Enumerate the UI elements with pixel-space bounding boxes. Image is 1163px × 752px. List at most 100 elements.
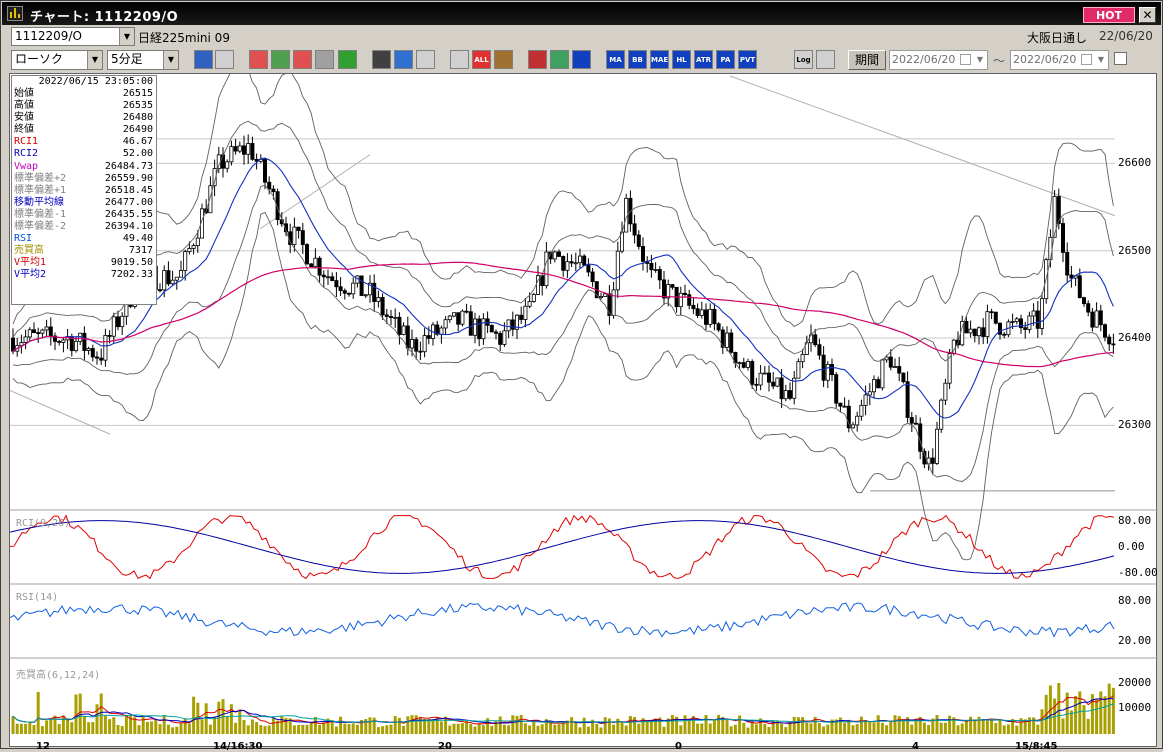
candle (565, 261, 570, 271)
volume-bar (263, 726, 267, 734)
close-button[interactable]: ✕ (1139, 7, 1156, 23)
volume-bar (704, 715, 708, 734)
grid-icon[interactable] (572, 50, 591, 69)
volume-bar (166, 724, 170, 734)
chart-type-select[interactable]: ローソク ▼ (11, 50, 103, 70)
date-to-field[interactable]: 2022/06/20 ▼ (1010, 50, 1109, 70)
candle (338, 286, 343, 292)
candle (741, 362, 746, 368)
title-bar[interactable]: チャート: 1112209/O HOT ✕ (2, 2, 1161, 25)
candle (552, 251, 557, 260)
log-icon[interactable]: Log (794, 50, 813, 69)
volume-bar (460, 723, 464, 734)
toolbar: ローソク ▼ 5分足 ▼ ALLMABBMAEHLATRPA RAPVTLog … (2, 48, 1161, 83)
candle (863, 394, 868, 406)
volume-bar (242, 719, 246, 734)
candle (972, 328, 977, 337)
volume-bar (998, 719, 1002, 734)
volume-bar (1036, 724, 1040, 734)
y-tick-label: 80.00 (1118, 594, 1152, 608)
gear-icon[interactable] (494, 50, 513, 69)
volume-bar (351, 723, 355, 734)
volume-bar (175, 726, 179, 734)
candle (95, 356, 100, 359)
info-value: 26559.90 (104, 172, 153, 184)
chart-canvas[interactable] (10, 74, 1158, 748)
hot-button[interactable]: HOT (1083, 7, 1135, 23)
candle (342, 290, 347, 294)
volume-bar (120, 726, 124, 734)
volume-bar (78, 693, 82, 734)
volume-bar (1015, 725, 1019, 734)
export-icon[interactable] (816, 50, 835, 69)
volume-bar (1099, 691, 1103, 734)
period-checkbox[interactable] (1114, 52, 1127, 65)
ma-icon[interactable]: MA (606, 50, 625, 69)
volume-bar (477, 723, 481, 734)
chevron-down-icon[interactable]: ▼ (163, 51, 178, 69)
rsi-line (10, 602, 1115, 638)
palette-icon[interactable] (550, 50, 569, 69)
mae-icon[interactable]: MAE (650, 50, 669, 69)
volume-bar (1107, 683, 1111, 734)
candle (989, 311, 994, 314)
info-label: 標準偏差+1 (14, 184, 67, 196)
chevron-down-icon[interactable]: ▼ (1094, 51, 1108, 69)
bars-icon[interactable] (271, 50, 290, 69)
chart-area[interactable]: 2022/06/15 23:05:00 始値 26515 高値 26535 安値 2648… (9, 73, 1158, 752)
volume-bar (893, 715, 897, 734)
arrow-tool-icon[interactable] (372, 50, 391, 69)
candle (834, 374, 839, 404)
candle (384, 314, 389, 317)
candle (653, 269, 658, 271)
chevron-down-icon[interactable]: ▼ (87, 51, 102, 69)
volume-bar (150, 721, 154, 734)
brush-icon[interactable] (528, 50, 547, 69)
pen-icon[interactable] (394, 50, 413, 69)
candle-split-icon[interactable] (450, 50, 469, 69)
volume-bar (255, 722, 259, 734)
volume-bar (103, 715, 107, 734)
candle (582, 255, 587, 266)
line-tool-icon[interactable] (338, 50, 357, 69)
ohlc-icon[interactable] (293, 50, 312, 69)
all-icon[interactable]: ALL (472, 50, 491, 69)
bb-icon[interactable]: BB (628, 50, 647, 69)
volume-bar (267, 725, 271, 734)
info-value: 7317 (128, 245, 153, 257)
y-tick-label: 10000 (1118, 701, 1152, 715)
candle (800, 354, 805, 363)
candle (1048, 236, 1053, 261)
candle (666, 284, 671, 299)
volume-bar (620, 721, 624, 734)
period-button[interactable]: 期間 (848, 50, 886, 70)
candle-view-icon[interactable] (416, 50, 435, 69)
candle (683, 292, 688, 296)
pvt-icon[interactable]: PVT (738, 50, 757, 69)
candle (472, 318, 477, 336)
volume-bar (381, 726, 385, 734)
code-select[interactable]: 1112209/O ▼ (11, 27, 135, 46)
cursor-icon[interactable] (215, 50, 234, 69)
atr-icon[interactable]: ATR (694, 50, 713, 69)
candle-icon[interactable] (249, 50, 268, 69)
candle (817, 344, 822, 356)
volume-bar (708, 723, 712, 734)
interval-select[interactable]: 5分足 ▼ (107, 50, 179, 70)
chevron-down-icon[interactable]: ▼ (119, 28, 134, 45)
info-label: 始値 (14, 88, 34, 99)
lock-icon[interactable] (315, 50, 334, 69)
hl-icon[interactable]: HL (672, 50, 691, 69)
info-row: RSI 49.40 (12, 233, 156, 245)
candle (725, 332, 730, 348)
date-from-field[interactable]: 2022/06/20 ▼ (889, 50, 988, 70)
chevron-down-icon[interactable]: ▼ (973, 51, 987, 69)
candle (1061, 223, 1066, 253)
volume-bar (385, 725, 389, 734)
calendar-icon[interactable] (960, 54, 971, 65)
info-row: 標準偏差-1 26435.55 (12, 209, 156, 221)
calendar-icon[interactable] (1081, 54, 1092, 65)
zoom-icon[interactable] (194, 50, 213, 69)
para-icon[interactable]: PA RA (716, 50, 735, 83)
volume-bar (192, 696, 196, 734)
